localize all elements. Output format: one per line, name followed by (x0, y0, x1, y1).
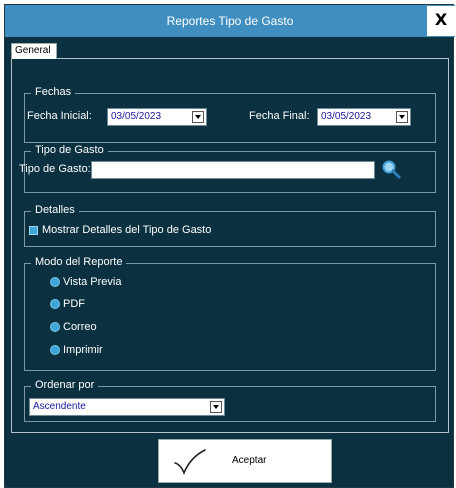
tab-strip: General (11, 43, 449, 60)
tipo-gasto-group: Tipo de Gasto Tipo de Gasto: (19, 144, 436, 193)
report-dialog: Reportes Tipo de Gasto X General Fechas … (4, 4, 455, 488)
ordenar-group: Ordenar por Ascendente (24, 379, 436, 422)
radio-pdf-label: PDF (63, 298, 85, 310)
ordenar-group-label: Ordenar por (31, 379, 99, 391)
fechas-group-label: Fechas (31, 86, 76, 98)
radio-vista-previa[interactable] (51, 278, 59, 286)
accept-button-label: Aceptar (232, 455, 267, 466)
fecha-final-picker[interactable]: 03/05/2023 (317, 108, 411, 126)
tipo-gasto-group-label: Tipo de Gasto (31, 144, 108, 156)
checkmark-icon (174, 449, 206, 476)
general-panel: Fechas Fecha Inicial: 03/05/2023 Fecha F… (11, 59, 449, 433)
radio-pdf[interactable] (51, 300, 59, 308)
fecha-inicial-picker[interactable]: 03/05/2023 (107, 108, 207, 126)
close-button[interactable]: X (427, 6, 455, 36)
window-title: Reportes Tipo de Gasto (166, 14, 294, 28)
fechas-group: Fechas Fecha Inicial: 03/05/2023 Fecha F… (24, 86, 436, 143)
radio-vista-previa-label: Vista Previa (63, 276, 122, 288)
detalles-group-label: Detalles (31, 204, 79, 216)
tab-general[interactable]: General (11, 43, 57, 60)
radio-correo-label: Correo (63, 321, 97, 333)
radio-correo[interactable] (51, 323, 59, 331)
tipo-gasto-label: Tipo de Gasto: (19, 163, 91, 175)
fecha-final-label: Fecha Final: (249, 110, 310, 122)
chevron-down-icon[interactable] (396, 111, 408, 123)
search-icon[interactable] (381, 159, 401, 179)
radio-imprimir-label: Imprimir (63, 344, 103, 356)
chevron-down-icon[interactable] (210, 401, 222, 413)
detalles-group: Detalles Mostrar Detalles del Tipo de Ga… (24, 204, 436, 247)
ordenar-value: Ascendente (33, 401, 86, 412)
chevron-down-icon[interactable] (192, 111, 204, 123)
mostrar-detalles-checkbox[interactable] (29, 226, 38, 235)
radio-imprimir[interactable] (51, 346, 59, 354)
fecha-final-value: 03/05/2023 (321, 111, 372, 122)
fecha-inicial-label: Fecha Inicial: (27, 110, 92, 122)
tipo-gasto-input[interactable] (91, 161, 375, 179)
mostrar-detalles-label: Mostrar Detalles del Tipo de Gasto (42, 224, 212, 236)
ordenar-select[interactable]: Ascendente (29, 398, 225, 416)
modo-reporte-group-label: Modo del Reporte (31, 256, 127, 268)
accept-button[interactable]: Aceptar (158, 439, 332, 483)
modo-reporte-group: Modo del Reporte Vista Previa PDF Correo… (24, 256, 436, 371)
fecha-inicial-value: 03/05/2023 (111, 111, 162, 122)
title-bar: Reportes Tipo de Gasto X (5, 5, 455, 37)
